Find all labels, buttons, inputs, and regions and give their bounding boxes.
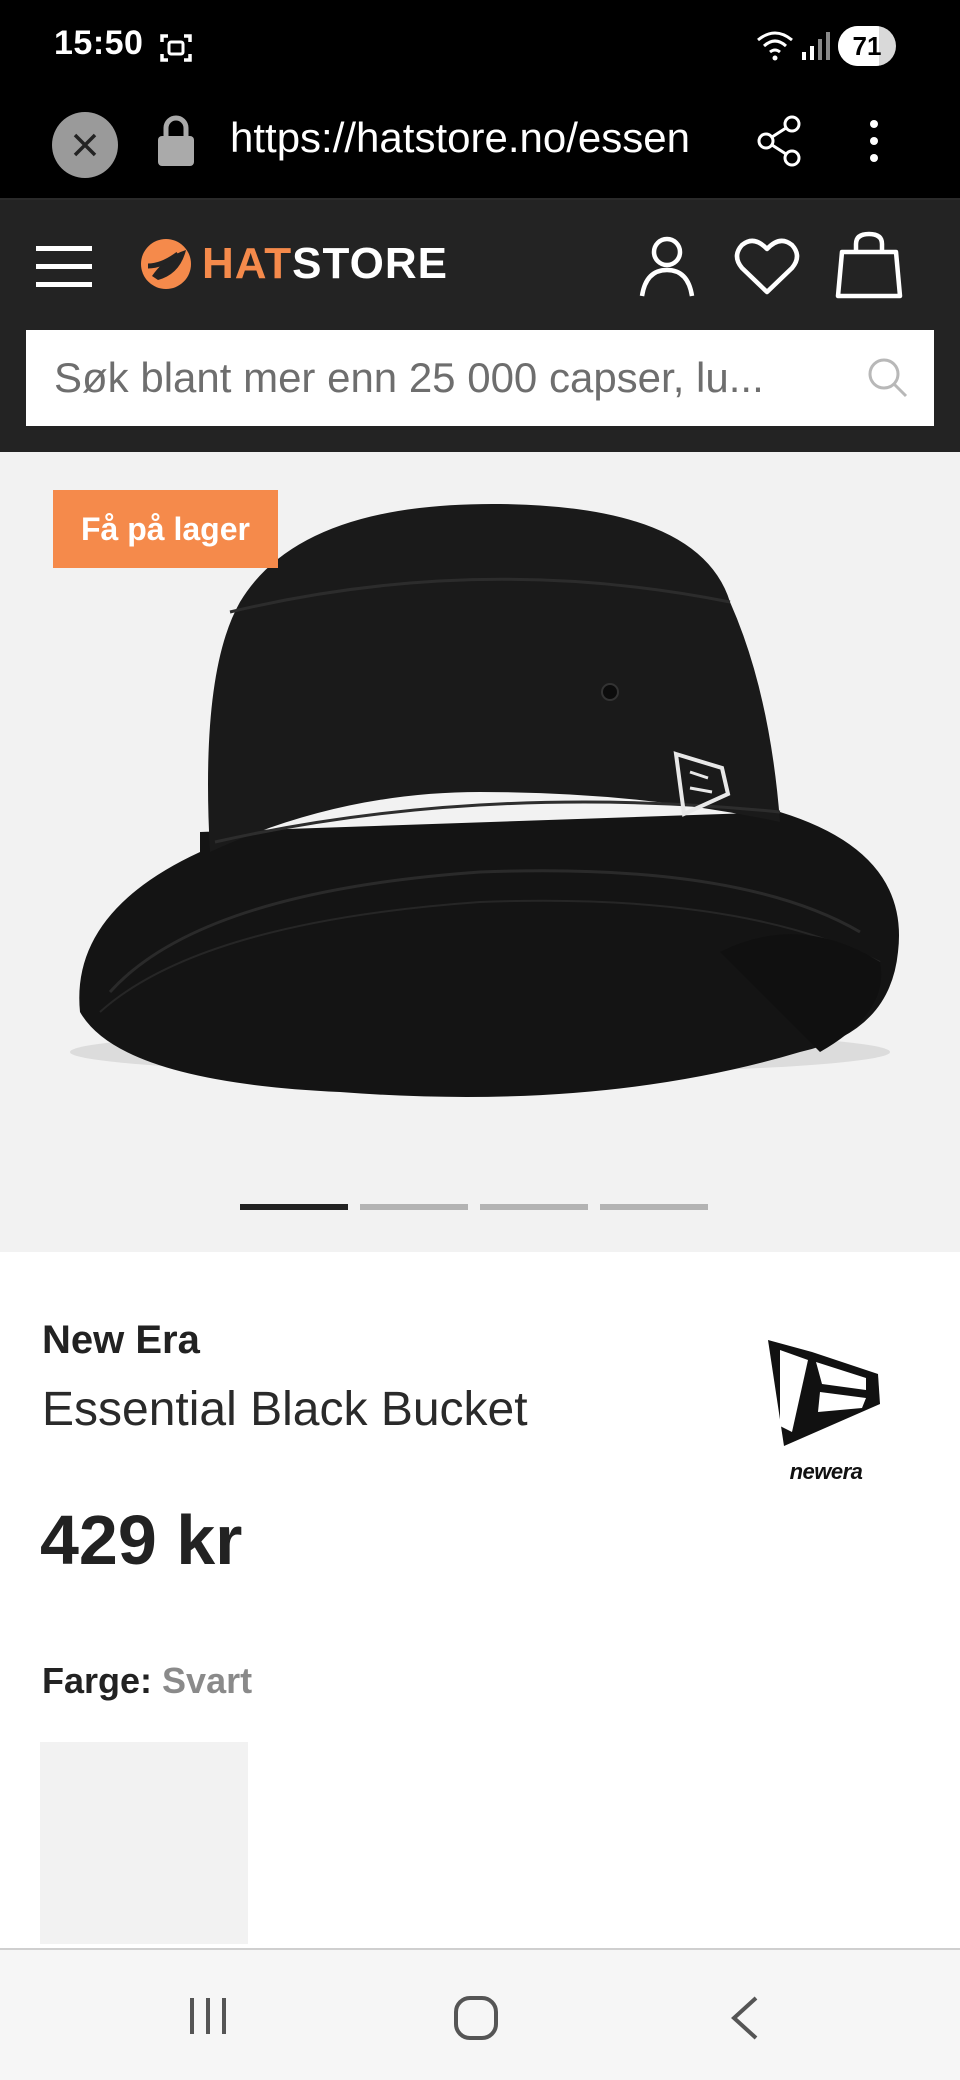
logo-store-text: STORE (292, 239, 448, 288)
logo-mark-icon (141, 239, 191, 289)
brand-logo-text: NEWERA (789, 1459, 863, 1484)
close-icon (73, 133, 97, 157)
search-icon[interactable] (866, 356, 910, 405)
status-bar: 15:50 71 (0, 0, 960, 96)
more-options-icon[interactable] (860, 110, 888, 177)
wifi-icon (756, 30, 794, 67)
hamburger-menu-icon[interactable] (36, 242, 92, 297)
home-icon[interactable] (452, 1994, 500, 2047)
logo-hat-text: HAT (202, 239, 293, 288)
color-value: Svart (162, 1660, 253, 1701)
back-icon[interactable] (726, 1994, 762, 2047)
search-input[interactable]: Søk blant mer enn 25 000 capser, lu... (26, 330, 934, 426)
color-swatch[interactable] (40, 1742, 248, 1944)
hatstore-logo[interactable]: HAT STORE (138, 236, 448, 292)
color-row: Farge: Svart (42, 1660, 252, 1702)
share-icon[interactable] (754, 110, 804, 177)
image-indicator-1[interactable] (240, 1204, 348, 1210)
new-era-brand-logo[interactable]: NEWERA (762, 1334, 890, 1485)
heart-icon[interactable] (734, 236, 800, 301)
product-image-bucket-hat (70, 503, 900, 1097)
status-time: 15:50 (54, 24, 144, 62)
close-tab-button[interactable] (52, 112, 118, 178)
user-icon[interactable] (638, 234, 696, 303)
signal-icon (800, 30, 832, 67)
battery-indicator: 71 (838, 26, 896, 66)
product-brand[interactable]: New Era (42, 1318, 200, 1363)
image-pagination[interactable] (240, 1204, 708, 1210)
lock-icon (154, 112, 198, 175)
system-navigation-bar (0, 1948, 960, 2080)
site-header: HAT STORE Søk blant mer enn 25 000 capser… (0, 200, 960, 452)
product-image-gallery[interactable]: Få på lager (0, 452, 960, 1252)
battery-level: 71 (852, 31, 882, 61)
product-price: 429 kr (40, 1501, 243, 1579)
screenshot-icon (158, 30, 194, 71)
image-indicator-3[interactable] (480, 1204, 588, 1210)
product-name: Essential Black Bucket (42, 1383, 528, 1436)
address-bar-url[interactable]: https://hatstore.no/essen (230, 114, 715, 162)
recent-apps-icon[interactable] (186, 1994, 230, 2043)
browser-toolbar: https://hatstore.no/essen (0, 96, 960, 200)
image-indicator-2[interactable] (360, 1204, 468, 1210)
bag-icon[interactable] (834, 230, 904, 305)
stock-badge: Få på lager (53, 490, 278, 568)
search-placeholder: Søk blant mer enn 25 000 capser, lu... (54, 354, 764, 401)
color-label: Farge: (42, 1660, 153, 1701)
image-indicator-4[interactable] (600, 1204, 708, 1210)
